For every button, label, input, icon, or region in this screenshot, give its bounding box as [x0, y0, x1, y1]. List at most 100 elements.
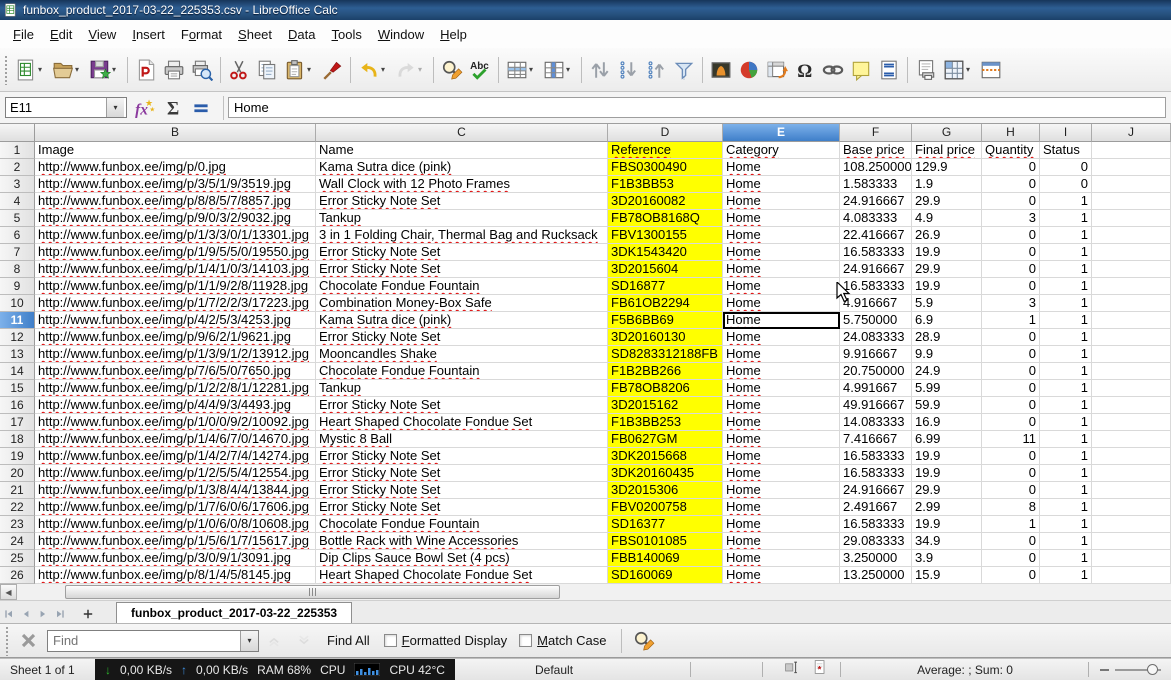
cell-I22[interactable]: 1 [1040, 499, 1092, 516]
cell-I2[interactable]: 0 [1040, 159, 1092, 176]
row-header-16[interactable]: 16 [0, 397, 35, 414]
print-button[interactable] [161, 56, 187, 84]
cell-C13[interactable]: Mooncandles Shake [316, 346, 608, 363]
cell-C19[interactable]: Error Sticky Note Set [316, 448, 608, 465]
cell-G12[interactable]: 28.9 [912, 329, 982, 346]
row-header-17[interactable]: 17 [0, 414, 35, 431]
dropdown-caret-icon[interactable]: ▾ [529, 65, 537, 74]
cell-I11[interactable]: 1 [1040, 312, 1092, 329]
cell-C26[interactable]: Heart Shaped Chocolate Fondue Set [316, 567, 608, 584]
cell-H9[interactable]: 0 [982, 278, 1040, 295]
row-header-14[interactable]: 14 [0, 363, 35, 380]
cell-E23[interactable]: Home [723, 516, 840, 533]
cell-G6[interactable]: 26.9 [912, 227, 982, 244]
find-next-icon[interactable] [291, 630, 317, 652]
menu-edit[interactable]: Edit [42, 23, 80, 46]
cell-E11[interactable]: Home [723, 312, 840, 329]
cell-G10[interactable]: 5.9 [912, 295, 982, 312]
cell-E19[interactable]: Home [723, 448, 840, 465]
cell-F16[interactable]: 49.916667 [840, 397, 912, 414]
cell-E2[interactable]: Home [723, 159, 840, 176]
insert-comment-button[interactable] [848, 56, 874, 84]
cell-B10[interactable]: http://www.funbox.ee/img/p/1/7/2/2/3/172… [35, 295, 316, 312]
name-box-dropdown-icon[interactable]: ▾ [106, 98, 124, 117]
cell-B24[interactable]: http://www.funbox.ee/img/p/1/5/6/1/7/156… [35, 533, 316, 550]
cell-J18[interactable] [1092, 431, 1171, 448]
select-all-corner[interactable] [0, 124, 35, 142]
cell-G7[interactable]: 19.9 [912, 244, 982, 261]
cell-F17[interactable]: 14.083333 [840, 414, 912, 431]
cell-I13[interactable]: 1 [1040, 346, 1092, 363]
sort-button[interactable] [587, 56, 613, 84]
print-preview-button[interactable] [189, 56, 215, 84]
cell-E12[interactable]: Home [723, 329, 840, 346]
cell-I16[interactable]: 1 [1040, 397, 1092, 414]
cell-C3[interactable]: Wall Clock with 12 Photo Frames [316, 176, 608, 193]
cell-H23[interactable]: 1 [982, 516, 1040, 533]
cell-E25[interactable]: Home [723, 550, 840, 567]
cell-D21[interactable]: 3D2015306 [608, 482, 723, 499]
cell-B6[interactable]: http://www.funbox.ee/img/p/1/3/3/0/1/133… [35, 227, 316, 244]
cell-H26[interactable]: 0 [982, 567, 1040, 584]
cell-E14[interactable]: Home [723, 363, 840, 380]
cell-F12[interactable]: 24.083333 [840, 329, 912, 346]
insert-chart-button[interactable] [736, 56, 762, 84]
cell-E17[interactable]: Home [723, 414, 840, 431]
cell-E6[interactable]: Home [723, 227, 840, 244]
cell-E26[interactable]: Home [723, 567, 840, 584]
cell-F8[interactable]: 24.916667 [840, 261, 912, 278]
cell-G13[interactable]: 9.9 [912, 346, 982, 363]
cell-F23[interactable]: 16.583333 [840, 516, 912, 533]
cell-I20[interactable]: 1 [1040, 465, 1092, 482]
row-header-5[interactable]: 5 [0, 210, 35, 227]
cell-J1[interactable] [1092, 142, 1171, 159]
cell-H10[interactable]: 3 [982, 295, 1040, 312]
row-header-26[interactable]: 26 [0, 567, 35, 584]
cell-J24[interactable] [1092, 533, 1171, 550]
cell-B7[interactable]: http://www.funbox.ee/img/p/1/9/5/5/0/195… [35, 244, 316, 261]
cell-J17[interactable] [1092, 414, 1171, 431]
cell-H22[interactable]: 8 [982, 499, 1040, 516]
cell-I14[interactable]: 1 [1040, 363, 1092, 380]
cell-H18[interactable]: 11 [982, 431, 1040, 448]
row-header-8[interactable]: 8 [0, 261, 35, 278]
row-header-13[interactable]: 13 [0, 346, 35, 363]
column-header-E[interactable]: E [723, 124, 840, 142]
last-sheet-icon[interactable] [51, 605, 68, 623]
cell-C16[interactable]: Error Sticky Note Set [316, 397, 608, 414]
cell-F13[interactable]: 9.916667 [840, 346, 912, 363]
dropdown-caret-icon[interactable]: ▾ [38, 65, 46, 74]
formatted-display-checkbox[interactable]: Formatted Display [384, 633, 508, 648]
cell-I7[interactable]: 1 [1040, 244, 1092, 261]
cell-B20[interactable]: http://www.funbox.ee/img/p/1/2/5/5/4/125… [35, 465, 316, 482]
cell-D8[interactable]: 3D2015604 [608, 261, 723, 278]
cell-H25[interactable]: 0 [982, 550, 1040, 567]
name-box[interactable]: ▾ [5, 97, 127, 118]
cell-I21[interactable]: 1 [1040, 482, 1092, 499]
checkbox-icon[interactable] [384, 634, 397, 647]
row-header-11[interactable]: 11 [0, 312, 35, 329]
row-header-20[interactable]: 20 [0, 465, 35, 482]
cell-E15[interactable]: Home [723, 380, 840, 397]
cell-G5[interactable]: 4.9 [912, 210, 982, 227]
cell-J23[interactable] [1092, 516, 1171, 533]
zoom-slider-track[interactable] [1115, 669, 1161, 671]
cell-G14[interactable]: 24.9 [912, 363, 982, 380]
cell-F4[interactable]: 24.916667 [840, 193, 912, 210]
cell-B23[interactable]: http://www.funbox.ee/img/p/1/0/6/0/8/106… [35, 516, 316, 533]
cell-B21[interactable]: http://www.funbox.ee/img/p/1/3/8/4/4/138… [35, 482, 316, 499]
cell-D18[interactable]: FB0627GM [608, 431, 723, 448]
cell-H7[interactable]: 0 [982, 244, 1040, 261]
cell-J13[interactable] [1092, 346, 1171, 363]
formula-icon[interactable] [190, 97, 212, 119]
cell-B12[interactable]: http://www.funbox.ee/img/p/9/6/2/1/9621.… [35, 329, 316, 346]
cell-C12[interactable]: Error Sticky Note Set [316, 329, 608, 346]
toolbar-grip[interactable] [4, 55, 9, 85]
cell-F3[interactable]: 1.583333 [840, 176, 912, 193]
cell-C14[interactable]: Chocolate Fondue Fountain [316, 363, 608, 380]
row-header-6[interactable]: 6 [0, 227, 35, 244]
cell-I1[interactable]: Status [1040, 142, 1092, 159]
cell-G2[interactable]: 129.9 [912, 159, 982, 176]
autofilter-button[interactable] [671, 56, 697, 84]
cell-H5[interactable]: 3 [982, 210, 1040, 227]
